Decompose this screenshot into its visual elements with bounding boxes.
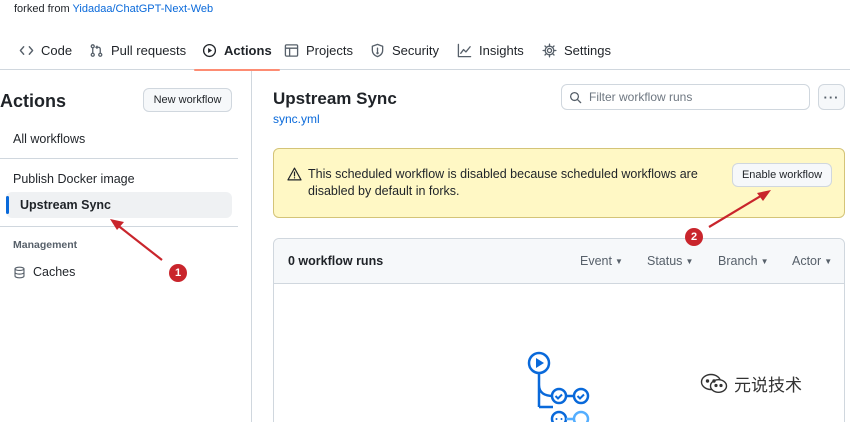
table-icon xyxy=(284,43,299,57)
tab-label: Pull requests xyxy=(111,42,187,58)
workflow-runs-count: 0 workflow runs xyxy=(288,254,384,268)
alert-icon xyxy=(287,167,302,181)
status-filter[interactable]: Status ▼ xyxy=(647,254,693,268)
caret-down-icon: ▼ xyxy=(614,256,623,266)
repo-tab-bar: Code Pull requests Actions Projects Secu… xyxy=(0,30,850,71)
annotation-badge-2: 2 xyxy=(685,228,703,246)
banner-message: This scheduled workflow is disabled beca… xyxy=(308,167,698,198)
tab-label: Code xyxy=(41,42,73,58)
caret-down-icon: ▼ xyxy=(685,256,694,266)
workflow-file-link[interactable]: sync.yml xyxy=(273,112,320,126)
tab-pull-requests[interactable]: Pull requests xyxy=(89,30,186,70)
wechat-icon xyxy=(700,373,728,393)
filter-label: Event xyxy=(580,254,612,268)
search-icon xyxy=(569,91,582,103)
enable-workflow-button[interactable]: Enable workflow xyxy=(732,163,832,187)
tab-label: Insights xyxy=(479,42,524,58)
tab-label: Settings xyxy=(564,42,611,58)
upstream-repo-link[interactable]: Yidadaa/ChatGPT-Next-Web xyxy=(73,3,214,15)
disabled-workflow-banner: This scheduled workflow is disabled beca… xyxy=(273,148,845,218)
sidebar-item-label: Caches xyxy=(33,265,76,279)
forked-from-prefix: forked from xyxy=(14,3,70,15)
watermark-text: 元说技术 xyxy=(734,376,802,395)
forked-from-line: forked from Yidadaa/ChatGPT-Next-Web xyxy=(14,3,213,15)
filter-runs-box[interactable] xyxy=(561,84,810,110)
sidebar-divider xyxy=(0,226,238,227)
gear-icon xyxy=(542,42,557,58)
filter-label: Status xyxy=(647,254,683,268)
tab-code[interactable]: Code xyxy=(19,30,72,70)
shield-icon xyxy=(371,43,384,57)
workflow-graph-icon xyxy=(527,351,590,422)
annotation-badge-1: 1 xyxy=(169,264,187,282)
tab-settings[interactable]: Settings xyxy=(542,30,611,70)
tab-insights[interactable]: Insights xyxy=(457,30,524,70)
sidebar-item-label: Upstream Sync xyxy=(20,198,112,212)
tab-label: Security xyxy=(392,42,439,58)
graph-icon xyxy=(457,43,472,57)
filter-label: Branch xyxy=(718,254,758,268)
sidebar-item-publish-docker-image[interactable]: Publish Docker image xyxy=(13,172,135,186)
watermark: 元说技术 xyxy=(700,371,802,396)
tab-label: Projects xyxy=(306,42,353,58)
workflow-runs-header: 0 workflow runs Event ▼ Status ▼ Branch ▼ A… xyxy=(274,239,844,284)
actions-sidebar: Actions New workflow All workflows Publi… xyxy=(0,71,252,422)
filter-runs-input[interactable] xyxy=(589,90,789,104)
tab-label: Actions xyxy=(224,42,272,58)
sidebar-item-all-workflows[interactable]: All workflows xyxy=(13,132,85,146)
workflow-title: Upstream Sync xyxy=(273,89,397,108)
sidebar-item-caches[interactable]: Caches xyxy=(13,265,75,279)
pull-request-icon xyxy=(90,43,103,57)
actor-filter[interactable]: Actor ▼ xyxy=(792,254,832,268)
play-icon xyxy=(202,43,217,57)
caret-down-icon: ▼ xyxy=(824,256,833,266)
branch-filter[interactable]: Branch ▼ xyxy=(718,254,769,268)
code-icon xyxy=(19,45,34,55)
sidebar-divider xyxy=(0,158,238,159)
tab-projects[interactable]: Projects xyxy=(284,30,353,70)
kebab-menu-button[interactable]: ··· xyxy=(818,84,845,110)
tab-actions[interactable]: Actions xyxy=(194,30,280,71)
event-filter[interactable]: Event ▼ xyxy=(580,254,623,268)
tab-security[interactable]: Security xyxy=(370,30,439,70)
new-workflow-button[interactable]: New workflow xyxy=(143,88,232,112)
sidebar-item-upstream-sync[interactable]: Upstream Sync xyxy=(6,192,232,218)
management-heading: Management xyxy=(13,239,78,251)
database-icon xyxy=(14,266,25,278)
filter-label: Actor xyxy=(792,254,822,268)
caret-down-icon: ▼ xyxy=(760,256,769,266)
sidebar-title: Actions xyxy=(0,91,67,111)
